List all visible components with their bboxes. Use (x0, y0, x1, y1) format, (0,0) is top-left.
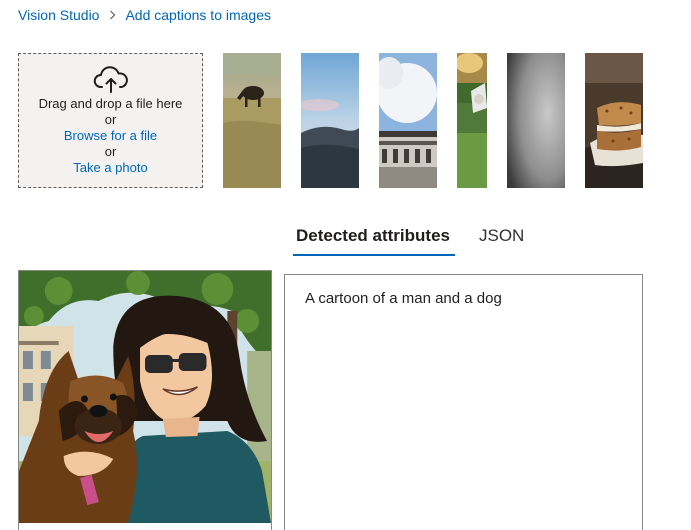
sample-image-grey-gradient[interactable] (507, 53, 565, 188)
analyzed-image-preview (18, 270, 272, 530)
or-text: or (104, 144, 117, 159)
cloud-upload-icon (93, 66, 128, 93)
results-tabs: Detected attributes JSON (293, 222, 524, 256)
breadcrumb-vision-studio-link[interactable]: Vision Studio (18, 7, 99, 23)
take-photo-link[interactable]: Take a photo (19, 160, 202, 176)
browse-file-link[interactable]: Browse for a file (19, 128, 202, 144)
drag-drop-text: Drag and drop a file here (38, 96, 183, 111)
file-drop-zone[interactable]: Drag and drop a file here or Browse for … (18, 53, 203, 188)
image-caption-result: A cartoon of a man and a dog (305, 290, 502, 307)
or-text: or (104, 112, 117, 127)
tab-json[interactable]: JSON (479, 222, 524, 256)
breadcrumb-current-link[interactable]: Add captions to images (125, 7, 271, 23)
sample-image-clouds-building[interactable] (379, 53, 437, 188)
sample-image-sky-hill[interactable] (301, 53, 359, 188)
sample-image-sandwich[interactable] (585, 53, 643, 188)
chevron-right-icon (109, 10, 116, 20)
breadcrumb: Vision Studio Add captions to images (18, 7, 271, 23)
tab-detected-attributes[interactable]: Detected attributes (293, 222, 455, 256)
sample-image-player[interactable] (457, 53, 487, 188)
sample-image-cow[interactable] (223, 53, 281, 188)
detected-attributes-panel: A cartoon of a man and a dog (284, 274, 643, 530)
